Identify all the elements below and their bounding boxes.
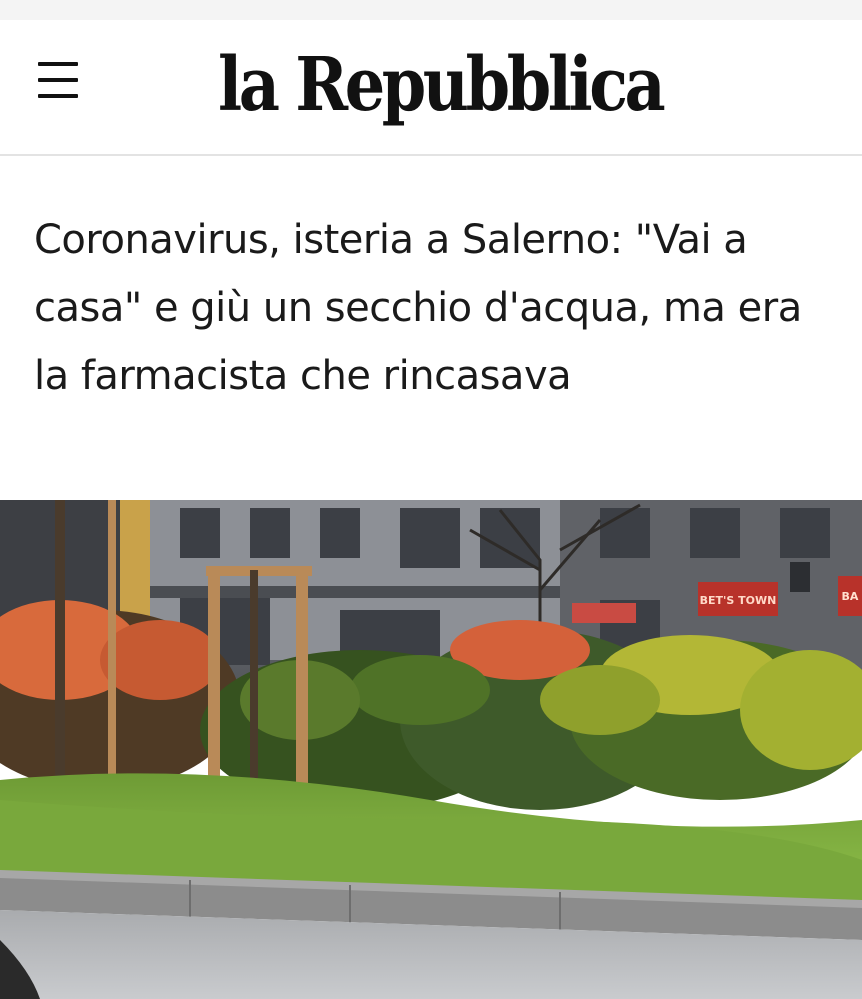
status-strip: [0, 0, 862, 20]
shop-sign-text: BET'S TOWN: [700, 594, 777, 607]
site-logo[interactable]: la Repubblica: [218, 40, 666, 130]
menu-bar: [38, 94, 78, 98]
partial-sign-text: BA: [842, 590, 859, 603]
site-header: la Repubblica: [0, 20, 862, 156]
hamburger-menu-icon[interactable]: [34, 58, 82, 104]
menu-bar: [38, 62, 78, 66]
article-headline[interactable]: Coronavirus, isteria a Salerno: "Vai a c…: [34, 206, 834, 410]
menu-bar: [38, 78, 78, 82]
article-photo[interactable]: BET'S TOWN BA: [0, 500, 862, 999]
